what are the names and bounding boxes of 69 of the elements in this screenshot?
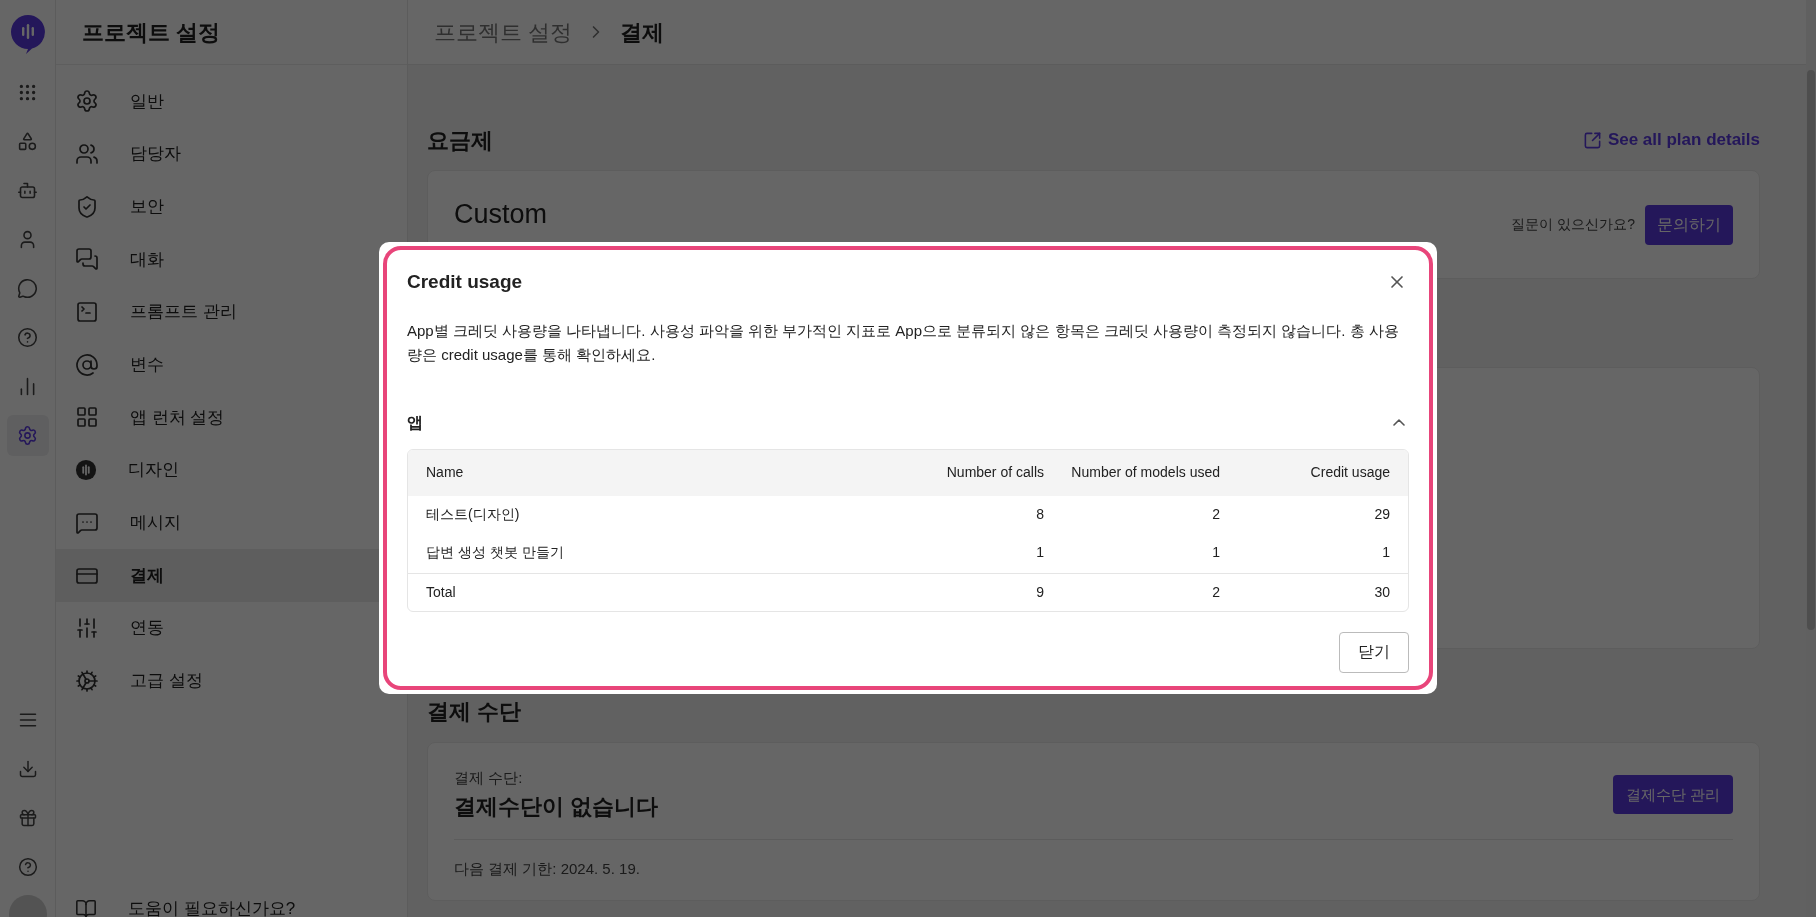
help-icon [17, 327, 38, 348]
sidebar-item[interactable]: 대화 [56, 233, 407, 286]
column-header: Credit usage [1309, 463, 1390, 482]
sidebar-item[interactable]: 일반 [56, 75, 407, 128]
help-link[interactable]: 도움이 필요하신가요? [56, 889, 407, 917]
sidebar-item[interactable]: 담당자 [56, 127, 407, 181]
sidebar-item[interactable]: 앱 런처 설정 [56, 391, 407, 444]
table-cell-text: 9 [1035, 582, 1044, 602]
table-cell-text: 1 [1211, 543, 1220, 562]
sidebar-item[interactable]: 디자인 [56, 443, 407, 497]
message-icon [75, 510, 99, 535]
at-sign-icon [75, 352, 99, 377]
sidebar-item[interactable]: 보안 [56, 180, 407, 234]
plan-name: Custom [454, 198, 548, 232]
section-heading: 요금제 [427, 126, 493, 155]
bot-icon [17, 180, 38, 201]
shield-icon [75, 194, 99, 219]
design-icon [75, 459, 97, 482]
next-billing-text: 다음 결제 기한: 2024. 5. 19. [454, 858, 641, 879]
terminal-icon [75, 300, 99, 325]
download-icon [17, 758, 38, 779]
apps-icon [17, 82, 38, 103]
sidebar-item[interactable]: 프롬프트 관리 [56, 285, 407, 339]
external-link-icon [1582, 130, 1602, 150]
table-cell-text: 답변 생성 챗봇 만들기 [426, 543, 565, 562]
gift-icon [17, 807, 38, 828]
contact-button[interactable]: 문의하기 [1645, 204, 1733, 245]
table-cell-text: 29 [1373, 505, 1390, 524]
table-cell-text: 1 [1381, 543, 1390, 562]
table-cell-text: 2 [1211, 582, 1220, 602]
column-header: Number of calls [945, 463, 1044, 482]
cog-icon [75, 668, 99, 693]
payment-value: 결제수단이 없습니다 [454, 792, 659, 821]
column-header: Name [426, 463, 465, 482]
chevron-up-icon [1393, 419, 1405, 426]
dialog-description: App별 크레딧 사용량을 나타냅니다. 사용성 파악을 위한 부가적인 지표로 App으로 분류되지 않은 항목은 크레딧 사용량이 측정되지 않습니다. 총 사용량은 credit usage를 통해 확인하세요. [407, 320, 1400, 365]
payment-label: 결제 수단: [454, 768, 524, 788]
logo-icon[interactable] [9, 14, 46, 54]
column-header: Number of models used [1070, 463, 1220, 482]
book-icon [75, 898, 97, 917]
table-cell-text: 테스트(디자인) [426, 505, 521, 524]
table-cell-text: Total [426, 582, 457, 602]
dialog-title: Credit usage [407, 270, 523, 294]
sidebar-item[interactable]: 연동 [56, 601, 407, 655]
table-cell-text: 8 [1035, 505, 1044, 524]
sidebar-item[interactable]: 고급 설정 [56, 654, 407, 708]
question-text: 질문이 있으신가요? [1511, 215, 1635, 234]
gear-icon [75, 89, 99, 114]
close-dialog-button[interactable]: 닫기 [1339, 631, 1409, 673]
chat-bubbles-icon [75, 247, 99, 272]
table-cell-text: 2 [1211, 505, 1220, 524]
people-icon [75, 142, 99, 167]
section-heading: 결제 수단 [427, 698, 523, 726]
rail-button[interactable] [6, 415, 49, 456]
table-cell-text: 1 [1035, 543, 1044, 562]
breadcrumb-current: 결제 [620, 18, 665, 47]
shapes-icon [17, 131, 38, 152]
sidebar-title: 프로젝트 설정 [82, 18, 221, 47]
chat-icon [17, 278, 38, 299]
sidebar-item[interactable]: 변수 [56, 338, 407, 392]
table-cell-text: 30 [1373, 582, 1390, 602]
sidebar-item[interactable]: 메시지 [56, 496, 407, 550]
manage-payment-button[interactable]: 결제수단 관리 [1612, 775, 1733, 815]
section-header[interactable]: 앱 [407, 410, 1409, 435]
grid-icon [75, 405, 99, 430]
plan-details-link[interactable]: See all plan details [1582, 127, 1760, 153]
sliders-icon [75, 616, 99, 641]
settings-icon [17, 425, 38, 446]
help-icon [17, 856, 38, 877]
